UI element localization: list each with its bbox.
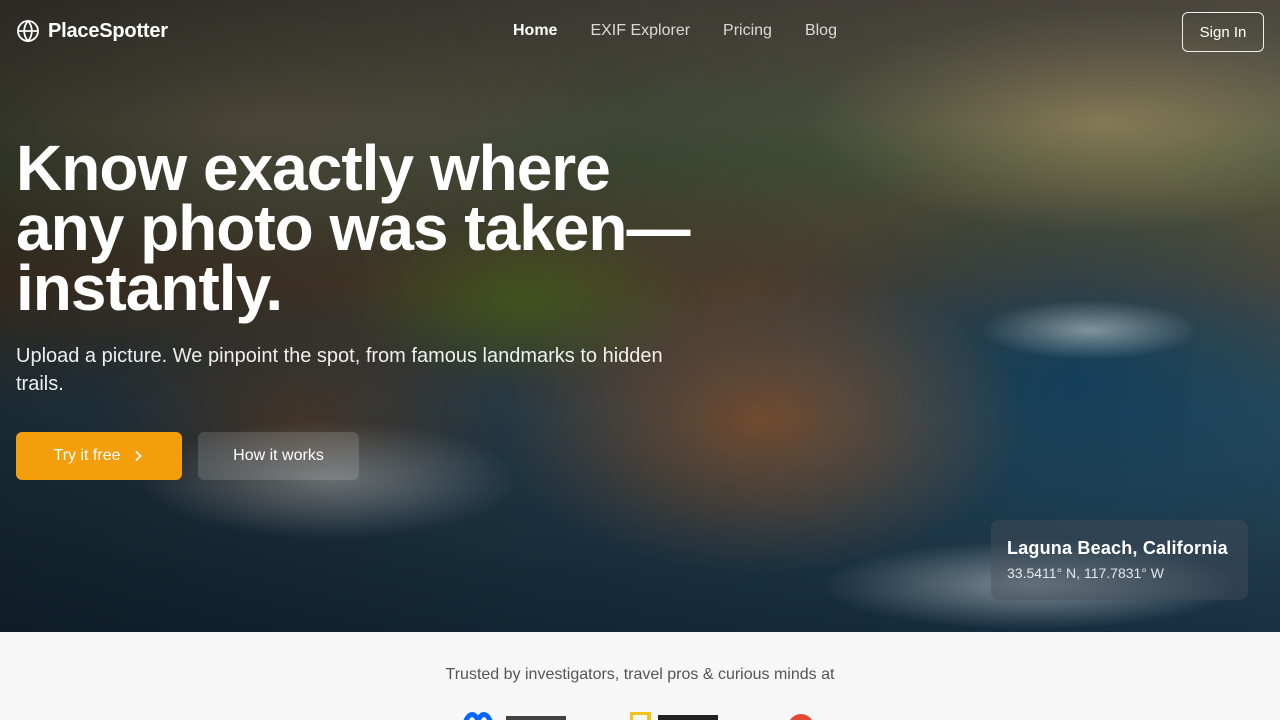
how-it-works-button[interactable]: How it works: [198, 432, 359, 480]
national-geographic-logo: [630, 712, 718, 720]
trusted-by-text: Trusted by investigators, travel pros & …: [445, 666, 835, 683]
chevron-right-icon: [135, 450, 143, 462]
headline-line-3: instantly.: [16, 252, 283, 324]
brand-name: PlaceSpotter: [48, 19, 168, 42]
nav-links: Home EXIF Explorer Pricing Blog: [513, 22, 837, 40]
globe-icon: [17, 19, 39, 43]
meta-logo: [463, 712, 566, 720]
brand-logo[interactable]: PlaceSpotter: [16, 19, 168, 43]
nav-link-pricing[interactable]: Pricing: [723, 22, 772, 40]
hero-subheading: Upload a picture. We pinpoint the spot, …: [16, 345, 663, 395]
location-title: Laguna Beach, California: [1007, 538, 1228, 558]
red-circle-logo: [790, 714, 812, 720]
nav-link-exif-explorer[interactable]: EXIF Explorer: [590, 22, 690, 40]
trusted-by-section: Trusted by investigators, travel pros & …: [0, 632, 1280, 720]
nav-link-home[interactable]: Home: [513, 22, 557, 40]
hero-headline: Know exactly where any photo was taken— …: [16, 132, 716, 324]
try-it-free-label: Try it free: [53, 447, 121, 464]
partner-logos: [462, 712, 842, 720]
sign-in-button[interactable]: Sign In: [1182, 12, 1264, 52]
headline-line-2: any photo was taken—: [16, 192, 690, 264]
hero-cta-group: Try it free How it works: [16, 432, 716, 480]
hero-content: Know exactly where any photo was taken— …: [16, 132, 716, 480]
nav-link-blog[interactable]: Blog: [805, 22, 837, 40]
location-card: Laguna Beach, California 33.5411° N, 117…: [991, 520, 1248, 600]
headline-line-1: Know exactly where: [16, 132, 611, 204]
top-navbar: PlaceSpotter Home EXIF Explorer Pricing …: [0, 0, 1280, 64]
location-coordinates: 33.5411° N, 117.7831° W: [1007, 565, 1165, 581]
try-it-free-button[interactable]: Try it free: [16, 432, 182, 480]
